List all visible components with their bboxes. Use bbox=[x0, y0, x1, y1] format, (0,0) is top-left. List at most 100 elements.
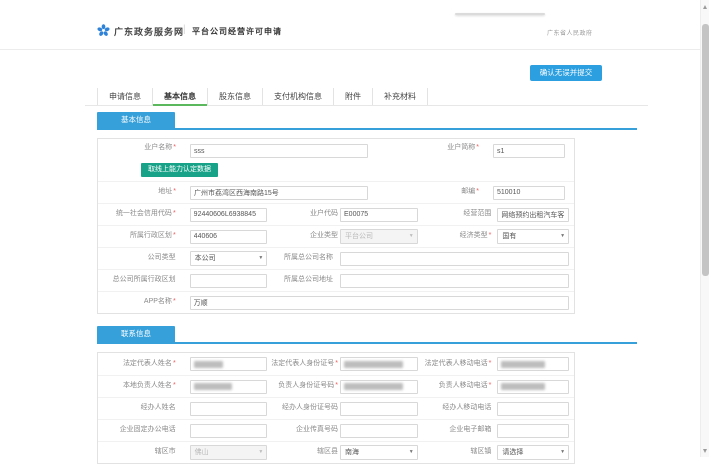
agent-phone-input[interactable] bbox=[497, 402, 569, 416]
postcode-input[interactable] bbox=[493, 186, 565, 200]
fax-input[interactable] bbox=[340, 424, 418, 438]
economic-type-select[interactable]: 国有▼ bbox=[497, 229, 569, 244]
hq-name-label: 所属总公司名称 bbox=[284, 254, 333, 261]
required-asterisk: * bbox=[173, 360, 176, 367]
tab-payment-institution-info[interactable]: 支付机构信息 bbox=[262, 88, 333, 105]
credit-code-input[interactable] bbox=[190, 208, 268, 222]
agent-id-label: 经办人身份证号码 bbox=[282, 404, 338, 411]
fetch-online-capability-data-button[interactable]: 取线上能力认定数据 bbox=[141, 163, 218, 177]
agent-name-input[interactable] bbox=[190, 402, 268, 416]
hq-address-input[interactable] bbox=[340, 274, 569, 288]
required-asterisk: * bbox=[173, 298, 176, 305]
chevron-down-icon: ▼ bbox=[560, 234, 565, 239]
form-row: 经办人姓名 经办人身份证号码 经办人移动电话 bbox=[98, 397, 574, 419]
local-name-input[interactable] bbox=[190, 380, 268, 394]
company-type-select[interactable]: 本公司▼ bbox=[190, 251, 268, 266]
basic-info-section-header: 基本信息 bbox=[97, 112, 637, 130]
email-input[interactable] bbox=[497, 424, 569, 438]
local-name-label: 本地负责人姓名 bbox=[123, 382, 172, 389]
agent-id-input[interactable] bbox=[340, 402, 418, 416]
chevron-down-icon: ▼ bbox=[560, 450, 565, 455]
redacted-value bbox=[344, 383, 403, 390]
office-phone-input[interactable] bbox=[190, 424, 268, 438]
required-asterisk: * bbox=[173, 210, 176, 217]
email-label: 企业电子邮箱 bbox=[449, 426, 491, 433]
redacted-value bbox=[194, 383, 232, 390]
jurisdiction-city-select: 佛山▼ bbox=[190, 445, 268, 460]
required-asterisk: * bbox=[476, 144, 479, 151]
app-name-input[interactable] bbox=[190, 296, 569, 310]
owner-name-input[interactable] bbox=[190, 144, 368, 158]
chevron-down-icon: ▼ bbox=[258, 256, 263, 261]
legal-phone-input[interactable] bbox=[497, 357, 569, 371]
redacted-value bbox=[344, 361, 403, 368]
enterprise-type-select: 平台公司▼ bbox=[340, 229, 418, 244]
gov-portal-link[interactable]: 广东省人民政府 bbox=[547, 28, 593, 37]
required-asterisk: * bbox=[173, 144, 176, 151]
hq-name-input[interactable] bbox=[340, 252, 569, 266]
business-scope-input[interactable] bbox=[497, 208, 569, 222]
tab-basic-info[interactable]: 基本信息 bbox=[152, 88, 207, 105]
legal-name-input[interactable] bbox=[190, 357, 268, 371]
scrollbar[interactable] bbox=[700, 0, 709, 457]
owner-code-input[interactable] bbox=[340, 208, 418, 222]
legal-phone-label: 法定代表人移动电话 bbox=[425, 360, 488, 367]
responsible-id-input[interactable] bbox=[340, 380, 418, 394]
company-type-label: 公司类型 bbox=[148, 254, 176, 261]
hq-address-label: 所属总公司地址 bbox=[284, 276, 333, 283]
scrollbar-up-icon[interactable] bbox=[703, 5, 707, 9]
form-row: 公司类型 本公司▼ 所属总公司名称 bbox=[98, 247, 574, 269]
scrollbar-thumb[interactable] bbox=[702, 24, 709, 276]
tab-application-info[interactable]: 申请信息 bbox=[97, 88, 152, 105]
hq-division-input[interactable] bbox=[190, 274, 268, 288]
basic-info-table: 业户名称* 业户简称* 取线上能力认定数据 地址* 邮编* 统一社会信用代码* … bbox=[97, 138, 575, 314]
admin-division-input[interactable] bbox=[190, 230, 268, 244]
jurisdiction-town-select[interactable]: 请选择▼ bbox=[497, 445, 569, 460]
page-title: 平台公司经营许可申请 bbox=[192, 26, 282, 37]
business-scope-label: 经营范围 bbox=[463, 210, 491, 217]
redacted-value bbox=[501, 383, 544, 390]
jurisdiction-county-select[interactable]: 南海▼ bbox=[340, 445, 418, 460]
tab-supplementary-materials[interactable]: 补充材料 bbox=[372, 88, 428, 105]
app-name-label: APP名称 bbox=[144, 298, 172, 305]
responsible-id-label: 负责人身份证号码 bbox=[278, 382, 334, 389]
jurisdiction-county-label: 辖区县 bbox=[317, 448, 338, 455]
owner-alias-label: 业户简称 bbox=[447, 144, 475, 151]
credit-code-label: 统一社会信用代码 bbox=[116, 210, 172, 217]
required-asterisk: * bbox=[335, 360, 338, 367]
scrollbar-down-icon[interactable] bbox=[703, 449, 707, 453]
header-divider: | bbox=[183, 24, 186, 35]
owner-name-label: 业户名称 bbox=[144, 144, 172, 151]
owner-alias-input[interactable] bbox=[493, 144, 565, 158]
responsible-phone-input[interactable] bbox=[497, 380, 569, 394]
tab-shareholder-info[interactable]: 股东信息 bbox=[207, 88, 262, 105]
form-row: 统一社会信用代码* 业户代码 经营范围 bbox=[98, 203, 574, 225]
agent-name-label: 经办人姓名 bbox=[141, 404, 176, 411]
form-row: 辖区市 佛山▼ 辖区县 南海▼ 辖区镇 请选择▼ bbox=[98, 441, 574, 463]
required-asterisk: * bbox=[489, 232, 492, 239]
tab-attachments[interactable]: 附件 bbox=[333, 88, 372, 105]
form-row: 企业固定办公电话 企业传真号码 企业电子邮箱 bbox=[98, 419, 574, 441]
confirm-submit-button[interactable]: 确认无误并提交 bbox=[530, 65, 602, 81]
form-row: 总公司所属行政区划 所属总公司地址 bbox=[98, 269, 574, 291]
chevron-down-icon: ▼ bbox=[409, 450, 414, 455]
jurisdiction-city-label: 辖区市 bbox=[155, 448, 176, 455]
redacted-value bbox=[501, 361, 544, 368]
owner-code-label: 业户代码 bbox=[310, 210, 338, 217]
required-asterisk: * bbox=[489, 382, 492, 389]
app-header: 广东政务服务网 | 平台公司经营许可申请 广东省人民政府 bbox=[0, 0, 700, 50]
main-form-card: 确认无误并提交 申请信息 基本信息 股东信息 支付机构信息 附件 补充材料 基本… bbox=[85, 51, 648, 464]
agent-phone-label: 经办人移动电话 bbox=[442, 404, 491, 411]
form-row: 法定代表人姓名* 法定代表人身份证号* 法定代表人移动电话* bbox=[98, 353, 574, 375]
legal-id-input[interactable] bbox=[340, 357, 418, 371]
economic-type-label: 经济类型 bbox=[460, 232, 488, 239]
legal-id-label: 法定代表人身份证号 bbox=[271, 360, 334, 367]
contact-info-section-title: 联系信息 bbox=[97, 326, 175, 342]
form-tabs: 申请信息 基本信息 股东信息 支付机构信息 附件 补充材料 bbox=[85, 88, 648, 106]
basic-info-section-title: 基本信息 bbox=[97, 112, 175, 128]
address-input[interactable] bbox=[190, 186, 368, 200]
form-row: 业户名称* 业户简称* 取线上能力认定数据 bbox=[98, 139, 574, 181]
contact-info-table: 法定代表人姓名* 法定代表人身份证号* 法定代表人移动电话* 本地负责人姓名* … bbox=[97, 352, 575, 464]
form-row: 所属行政区划* 企业类型 平台公司▼ 经济类型* 国有▼ bbox=[98, 225, 574, 247]
required-asterisk: * bbox=[173, 188, 176, 195]
